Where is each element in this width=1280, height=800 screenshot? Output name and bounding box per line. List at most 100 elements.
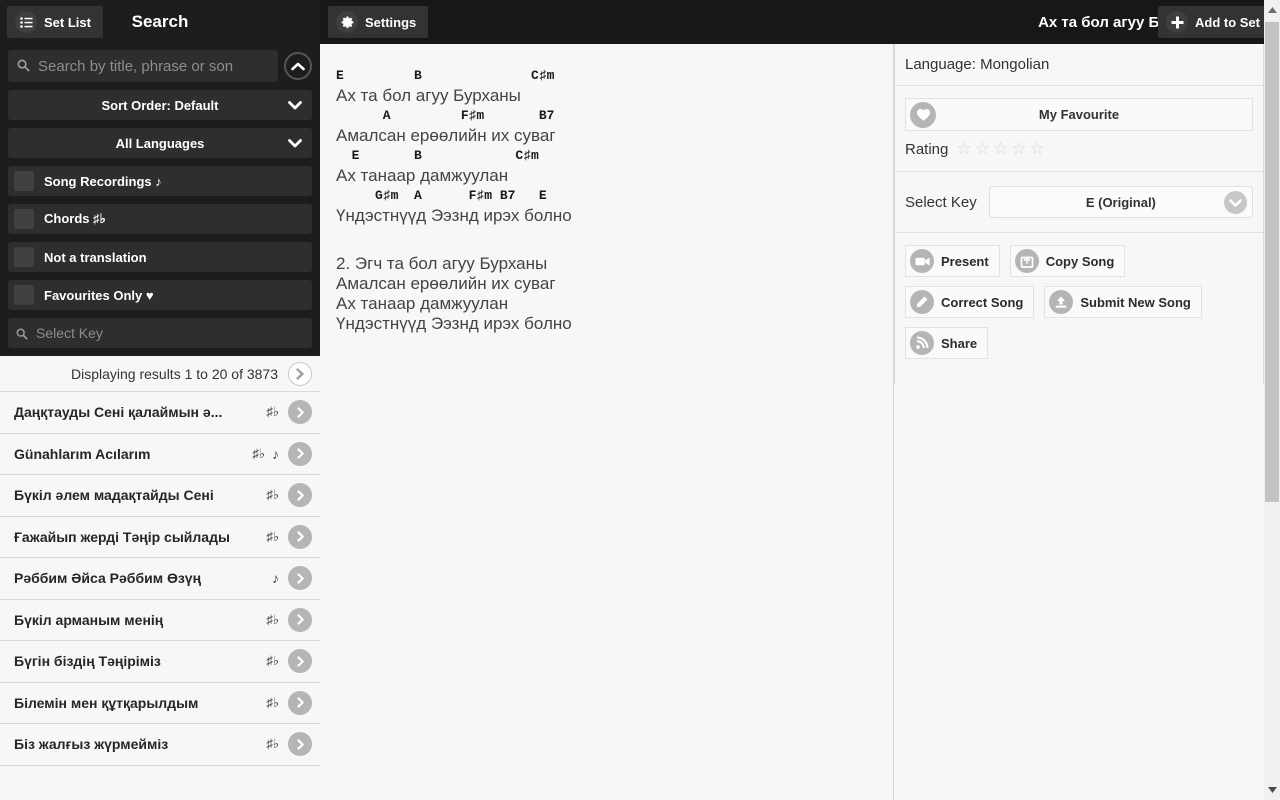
open-song-button[interactable]	[288, 400, 312, 425]
open-song-button[interactable]	[288, 649, 312, 674]
open-song-button[interactable]	[288, 483, 312, 508]
song-row-badges: ♯♭	[260, 649, 312, 674]
correct-song-label: Correct Song	[941, 294, 1024, 310]
arrow-right-icon	[296, 614, 304, 625]
chevron-up-icon	[291, 62, 305, 70]
language-dropdown[interactable]: All Languages	[8, 128, 312, 158]
open-song-button[interactable]	[288, 441, 312, 466]
table-row[interactable]: Даңқтауды Сені қалаймын ә... ♯♭	[0, 392, 320, 434]
search-input[interactable]	[8, 50, 278, 82]
lyric-line: Амалсан ерөөлийн их суваг	[336, 274, 556, 293]
open-song-button[interactable]	[288, 607, 312, 632]
submit-new-song-label: Submit New Song	[1080, 294, 1191, 310]
arrow-right-icon	[296, 407, 304, 418]
rating-star-4[interactable]: ☆	[1011, 139, 1026, 159]
arrow-right-icon	[296, 367, 304, 380]
music-note-icon: ♪	[272, 445, 279, 462]
table-row[interactable]: Рәббим Әйса Рәббим Өзүң ♪	[0, 558, 320, 600]
chords-icon: ♯♭	[252, 445, 265, 461]
checkbox[interactable]	[14, 285, 34, 305]
sort-order-dropdown[interactable]: Sort Order: Default	[8, 90, 312, 120]
lyric-line: 2. Эгч та бол агуу Бурханы	[336, 254, 548, 273]
song-details-panel: Language: Mongolian My Favourite Rating …	[893, 44, 1264, 800]
song-row-title: Бүкіл арманым менің	[14, 611, 164, 628]
add-to-set-label: Add to Set	[1195, 14, 1260, 30]
checkbox[interactable]	[14, 209, 34, 229]
key-select-dropdown[interactable]: E (Original)	[988, 186, 1253, 218]
open-song-button[interactable]	[288, 566, 312, 591]
song-row-badges: ♪	[265, 566, 312, 591]
select-key-input[interactable]	[8, 318, 312, 348]
song-row-title: Рәббим Әйса Рәббим Өзүң	[14, 570, 202, 587]
table-row[interactable]: Бүкіл арманым менің ♯♭	[0, 599, 320, 641]
copy-song-label: Copy Song	[1045, 253, 1115, 269]
rating-star-5[interactable]: ☆	[1029, 139, 1044, 159]
arrow-right-icon	[296, 531, 304, 542]
checkbox[interactable]	[14, 247, 34, 267]
lyric-line: Ах та бол агуу Бурханы	[336, 86, 521, 105]
submit-new-song-button[interactable]: Submit New Song	[1044, 286, 1202, 318]
next-page-button[interactable]	[288, 361, 312, 386]
song-row-title: Бүгін біздің Тәңіріміз	[14, 653, 161, 670]
song-row-title: Даңқтауды Сені қалаймын ә...	[14, 404, 223, 421]
open-song-button[interactable]	[288, 732, 312, 757]
chords-icon: ♯♭	[266, 694, 279, 710]
present-button[interactable]: Present	[905, 245, 1000, 277]
select-key-label: Select Key	[905, 193, 977, 211]
copy-song-button[interactable]: Copy Song	[1009, 245, 1126, 277]
music-note-icon: ♪	[272, 570, 279, 587]
table-row[interactable]: Бүгін біздің Тәңіріміз ♯♭	[0, 641, 320, 683]
filter-not-a-translation[interactable]: Not a translation	[8, 242, 312, 272]
selected-key-value: E (Original)	[1085, 194, 1156, 210]
add-to-set-button[interactable]: Add to Set	[1158, 6, 1272, 38]
settings-button[interactable]: Settings	[328, 6, 429, 38]
rating-star-2[interactable]: ☆	[975, 139, 990, 159]
arrow-right-icon	[296, 573, 304, 584]
correct-song-button[interactable]: Correct Song	[905, 286, 1035, 318]
chevron-down-icon	[284, 94, 306, 116]
rating-star-3[interactable]: ☆	[993, 139, 1008, 159]
song-row-badges: ♯♭	[260, 524, 312, 549]
scrollbar-thumb[interactable]	[1265, 22, 1279, 502]
pencil-icon	[910, 290, 934, 314]
arrow-right-icon	[296, 697, 304, 708]
my-favourite-label: My Favourite	[1038, 107, 1120, 122]
my-favourite-button[interactable]: My Favourite	[905, 98, 1253, 131]
chord-line: G♯m A F♯m B7 E	[336, 188, 547, 203]
open-song-button[interactable]	[288, 690, 312, 715]
settings-label: Settings	[365, 14, 417, 30]
top-bar: Search Set List Ах та бол агуу Бурхан Se…	[0, 0, 1280, 44]
table-row[interactable]: Біз жалғыз жүрмейміз ♯♭	[0, 724, 320, 766]
collapse-filters-button[interactable]	[284, 52, 312, 80]
heart-icon	[910, 101, 936, 128]
chord-line: A F♯m B7	[336, 108, 555, 123]
arrow-right-icon	[296, 739, 304, 750]
results-count-row: Displaying results 1 to 20 of 3873	[0, 356, 320, 392]
table-row[interactable]: Ғажайып жерді Тәңір сыйлады ♯♭	[0, 516, 320, 558]
song-row-badges: ♯♭ ♪	[246, 441, 312, 466]
filter-favourites-only[interactable]: Favourites Only ♥	[8, 280, 312, 310]
filter-chords[interactable]: Chords ♯♭	[8, 204, 312, 234]
scroll-up-button[interactable]	[1264, 2, 1280, 18]
scroll-down-button[interactable]	[1264, 782, 1280, 798]
chords-icon: ♯♭	[266, 404, 279, 420]
actions-row-3: Share	[905, 327, 1253, 359]
checkbox[interactable]	[14, 171, 34, 191]
lyric-line: Ах танаар дамжуулан	[336, 166, 509, 185]
language-section: Language: Mongolian	[895, 44, 1263, 86]
filter-song-recordings[interactable]: Song Recordings ♪	[8, 166, 312, 196]
chevron-down-icon	[284, 132, 306, 154]
table-row[interactable]: Бүкіл әлем мадақтайды Сені ♯♭	[0, 475, 320, 517]
share-button[interactable]: Share	[905, 327, 989, 359]
open-song-button[interactable]	[288, 524, 312, 549]
select-key-row	[8, 318, 312, 348]
vertical-scrollbar[interactable]	[1264, 0, 1280, 800]
rating-star-1[interactable]: ☆	[956, 139, 971, 159]
table-row[interactable]: Білемін мен құтқарылдым ♯♭	[0, 682, 320, 724]
chords-icon: ♯♭	[266, 487, 279, 503]
filter-label: Song Recordings ♪	[44, 173, 162, 189]
sidebar: Sort Order: Default All Languages Song R…	[0, 44, 320, 800]
set-list-button[interactable]: Set List	[7, 6, 103, 38]
table-row[interactable]: Günahlarım Acılarım ♯♭ ♪	[0, 433, 320, 475]
lyric-line: Үндэстнүүд Ээзнд ирэх болно	[336, 206, 572, 225]
